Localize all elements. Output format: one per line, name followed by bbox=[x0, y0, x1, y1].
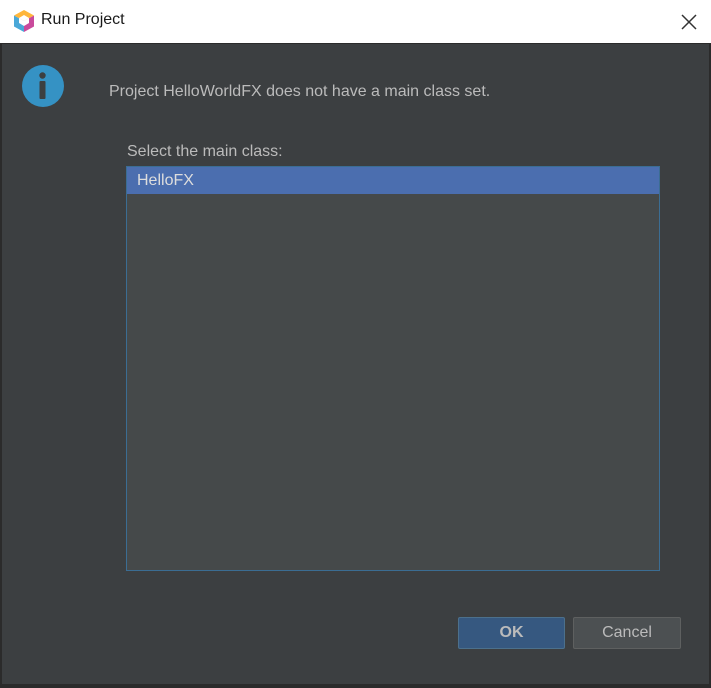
main-class-list-label: Select the main class: bbox=[127, 143, 283, 160]
dialog-message: Project HelloWorldFX does not have a mai… bbox=[109, 83, 491, 100]
cancel-button[interactable]: Cancel bbox=[573, 617, 681, 649]
list-item-hellofx[interactable]: HelloFX bbox=[127, 167, 659, 194]
window-frame-left bbox=[0, 44, 2, 688]
window-frame-bottom bbox=[0, 684, 711, 688]
ok-button[interactable]: OK bbox=[458, 617, 565, 649]
info-icon bbox=[22, 65, 64, 107]
close-icon[interactable] bbox=[676, 10, 702, 34]
netbeans-cube-icon bbox=[14, 10, 34, 32]
title-bar: Run Project bbox=[0, 0, 711, 44]
window-title: Run Project bbox=[41, 11, 125, 28]
main-class-list[interactable]: HelloFX bbox=[126, 166, 660, 571]
